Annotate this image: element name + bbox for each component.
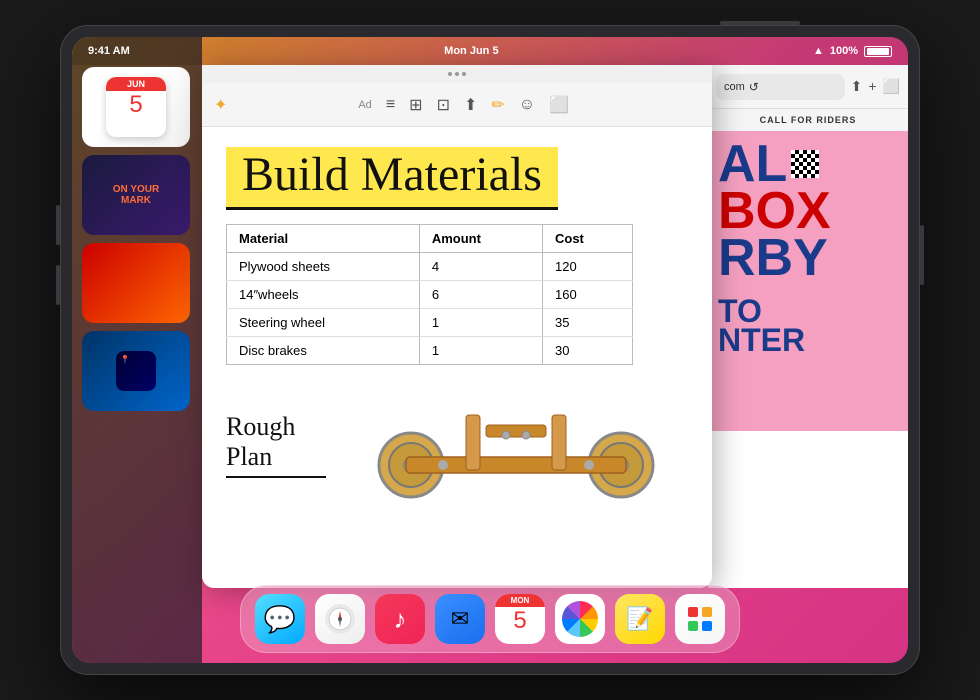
derby-nter: NTER — [718, 326, 898, 355]
power-button[interactable] — [920, 225, 924, 285]
dock: 💬 — [240, 585, 740, 653]
browser-content: CALL FOR RIDERS AL BOX RBY TO NTER — [708, 109, 908, 588]
table-icon[interactable]: ⊞ — [409, 95, 422, 115]
toolbar-left: ✦ — [214, 95, 227, 115]
material-cost: 30 — [542, 337, 632, 365]
url-text: com — [724, 81, 745, 93]
battery-label: 100% — [830, 45, 858, 57]
dock-mail[interactable]: ✉ — [435, 594, 485, 644]
rough-plan-section: RoughPlan — [226, 385, 688, 505]
dock-photos[interactable] — [555, 594, 605, 644]
reload-icon[interactable]: ↺ — [749, 80, 759, 94]
material-name: Steering wheel — [227, 309, 420, 337]
safari-icon — [324, 603, 356, 635]
toolbar-center: Ad ≡ ⊞ ⊡ ⬆ ✏ ☺ ⬜ — [358, 95, 569, 115]
material-cost: 120 — [542, 253, 632, 281]
rough-plan-label: RoughPlan — [226, 412, 326, 478]
dock-messages[interactable]: 💬 — [255, 594, 305, 644]
col-cost: Cost — [542, 225, 632, 253]
table-row: Plywood sheets 4 120 — [227, 253, 633, 281]
volume-up-button[interactable] — [56, 205, 60, 245]
dock-apps[interactable] — [675, 594, 725, 644]
material-name: Plywood sheets — [227, 253, 420, 281]
table-row: Disc brakes 1 30 — [227, 337, 633, 365]
list-icon[interactable]: ≡ — [386, 96, 395, 114]
apps-icon — [685, 604, 715, 634]
cursor-icon[interactable]: ✦ — [214, 95, 227, 115]
derby-box: BOX — [718, 188, 898, 235]
top-button[interactable] — [720, 21, 800, 25]
edit-icon[interactable]: ⬜ — [549, 95, 569, 115]
material-amount: 6 — [419, 281, 542, 309]
pen-icon[interactable]: ✏ — [491, 95, 504, 115]
material-amount: 1 — [419, 337, 542, 365]
tabs-icon[interactable]: ⬜ — [883, 78, 900, 95]
add-tab-icon[interactable]: + — [868, 78, 876, 95]
share-browser-icon[interactable]: ⬆ — [851, 78, 863, 95]
call-for-riders-text: CALL FOR RIDERS — [708, 109, 908, 131]
ipad-screen: 9:41 AM Mon Jun 5 ▲ 100% JUN 5 — [72, 37, 908, 663]
browser-actions: ⬆ + ⬜ — [851, 78, 900, 95]
material-amount: 4 — [419, 253, 542, 281]
material-cost: 160 — [542, 281, 632, 309]
volume-down-button[interactable] — [56, 265, 60, 305]
status-bar: 9:41 AM Mon Jun 5 ▲ 100% — [72, 37, 908, 65]
sidebar-app-calendar[interactable]: JUN 5 — [82, 67, 190, 147]
sidebar-app-red[interactable] — [82, 243, 190, 323]
col-amount: Amount — [419, 225, 542, 253]
material-cost: 35 — [542, 309, 632, 337]
calendar-month: MON — [495, 594, 545, 607]
col-material: Material — [227, 225, 420, 253]
sidebar-app-game[interactable]: ON YOURMARK — [82, 155, 190, 235]
calendar-day: 5 — [513, 609, 526, 633]
toolbar-dot — [462, 72, 466, 76]
status-date: Mon Jun 5 — [444, 45, 498, 57]
status-right: ▲ 100% — [813, 45, 892, 57]
toolbar-dot — [455, 72, 459, 76]
sidebar-app-blue[interactable]: 📍 — [82, 331, 190, 411]
build-materials-title: Build Materials — [226, 147, 558, 210]
material-name: 14″wheels — [227, 281, 420, 309]
battery-indicator — [864, 46, 892, 57]
ipad-device: 9:41 AM Mon Jun 5 ▲ 100% JUN 5 — [60, 25, 920, 675]
table-row: Steering wheel 1 35 — [227, 309, 633, 337]
emoji-icon[interactable]: ☺ — [519, 96, 535, 114]
notes-content: Build Materials Material Amount Cost Ply… — [202, 127, 712, 588]
derby-rby: RBY — [718, 235, 898, 282]
dock-notes[interactable]: 📝 — [615, 594, 665, 644]
wifi-icon: ▲ — [813, 45, 824, 57]
browser-url-bar[interactable]: com ↺ — [716, 74, 845, 100]
browser-window: com ↺ ⬆ + ⬜ CALL FOR RIDERS AL BOX — [708, 65, 908, 588]
battery-fill — [867, 48, 889, 55]
checkered-flag-icon — [791, 150, 819, 178]
browser-toolbar: com ↺ ⬆ + ⬜ — [708, 65, 908, 109]
toolbar-dot — [448, 72, 452, 76]
derby-al: AL — [718, 141, 787, 188]
notes-toolbar: ✦ Ad ≡ ⊞ ⊡ ⬆ ✏ ☺ ⬜ — [202, 83, 712, 127]
derby-banner: AL BOX RBY TO NTER — [708, 131, 908, 431]
status-time: 9:41 AM — [88, 45, 130, 57]
ad-icon[interactable]: Ad — [358, 99, 371, 111]
toolbar-dots — [448, 72, 466, 76]
table-row: 14″wheels 6 160 — [227, 281, 633, 309]
dock-calendar[interactable]: MON 5 — [495, 594, 545, 644]
share-icon[interactable]: ⬆ — [464, 95, 477, 115]
material-name: Disc brakes — [227, 337, 420, 365]
dock-music[interactable]: ♪ — [375, 594, 425, 644]
photos-icon — [562, 601, 598, 637]
material-amount: 1 — [419, 309, 542, 337]
sidebar-recent-apps: JUN 5 ON YOURMARK 📍 — [72, 37, 202, 663]
camera-icon[interactable]: ⊡ — [437, 95, 450, 115]
notes-window: ✦ Ad ≡ ⊞ ⊡ ⬆ ✏ ☺ ⬜ Build Materials — [202, 65, 712, 588]
materials-table: Material Amount Cost Plywood sheets 4 12… — [226, 224, 633, 365]
dock-safari[interactable] — [315, 594, 365, 644]
car-sketch — [356, 385, 676, 505]
